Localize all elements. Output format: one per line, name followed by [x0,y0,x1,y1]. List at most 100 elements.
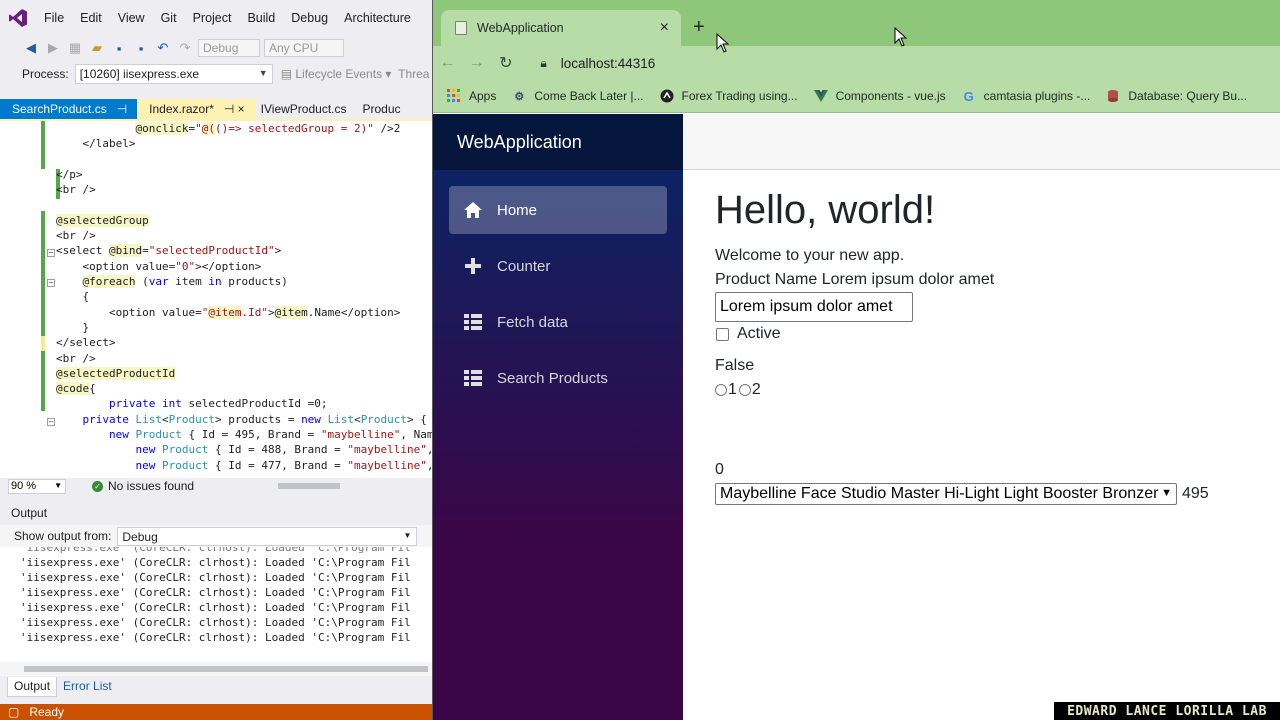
menu-view[interactable]: View [110,11,153,25]
lock-icon[interactable]: 🔒︎ [540,56,546,71]
tab-iviewproduct[interactable]: IViewProduct.cs [254,99,357,119]
code-line[interactable]: new Product { Id = 477, Brand = "maybell… [56,458,432,473]
code-line[interactable]: @code{ [56,381,96,396]
solution-config-combo[interactable]: Debug [198,39,260,57]
radio-group-2[interactable] [738,384,751,396]
product-name-input[interactable] [715,292,913,322]
menu-project[interactable]: Project [185,11,240,25]
show-output-label: Show output from: [14,529,112,543]
code-line[interactable]: <br /> [56,182,96,197]
radio-group-1[interactable] [715,384,727,396]
code-editor[interactable]: − − − @onclick="@(()=> selectedGroup = 2… [0,121,432,478]
google-icon: G [963,88,974,104]
menu-build[interactable]: Build [239,11,283,25]
output-line: 'iisexpress.exe' (CoreCLR: clrhost): Loa… [20,586,411,599]
code-line[interactable]: <br /> [56,228,96,243]
nav-search-products[interactable]: Search Products [449,354,667,402]
menu-git[interactable]: Git [153,11,185,25]
collapse-icon[interactable]: − [47,418,55,426]
address-bar[interactable]: 🔒︎ localhost:44316 [528,49,1280,77]
new-project-icon[interactable]: ▦ [66,39,84,57]
code-line[interactable]: </select> [56,335,116,350]
tab-index-razor[interactable]: Index.razor* ⊣ × [137,99,255,119]
code-line[interactable]: <option value="0"></option> [56,259,261,274]
nav-label: Counter [497,257,551,275]
mouse-cursor-icon [894,27,908,47]
menu-file[interactable]: File [36,11,72,25]
code-line[interactable]: @foreach (var item in products) [56,274,288,289]
save-all-icon[interactable]: ▪ [132,39,150,57]
code-line[interactable]: new Product { Id = 488, Brand = "maybell… [56,442,432,457]
menu-debug[interactable]: Debug [283,11,336,25]
scroll-thumb[interactable] [24,666,428,672]
nav-label: Fetch data [497,313,568,331]
code-line[interactable]: </p> [56,167,83,182]
issues-indicator[interactable]: ✓ No issues found [92,479,194,493]
code-line[interactable]: </label> [56,136,135,151]
tab-output[interactable]: Output [7,677,58,697]
editor-hscrollbar[interactable] [266,483,432,489]
tab-product[interactable]: Produc [356,99,411,119]
nav-fetch-data[interactable]: Fetch data [449,298,667,346]
bookmark-come-back-later[interactable]: ⚙ Come Back Later |... [512,89,643,103]
active-checkbox-row[interactable]: Active [715,325,781,343]
code-line[interactable]: @selectedProductId [56,366,176,381]
app-brand[interactable]: WebApplication [433,114,683,170]
browser-tab[interactable]: WebApplication × [441,10,681,46]
output-hscrollbar[interactable] [0,662,432,676]
tab-label: Produc [362,102,401,116]
code-line[interactable]: <select @bind="selectedProductId"> [56,243,281,258]
code-line[interactable]: <br /> [56,351,96,366]
code-line[interactable]: new Product { Id = 495, Brand = "maybell… [56,427,432,442]
nav-counter[interactable]: Counter [449,242,667,290]
save-icon[interactable]: ▪ [110,39,128,57]
selected-product-id-text: 0 [715,461,724,478]
bookmark-camtasia[interactable]: G camtasia plugins -... [962,88,1091,104]
welcome-text: Welcome to your new app. [715,247,905,264]
nav-home[interactable]: Home [449,186,667,234]
code-line[interactable]: @selectedGroup [56,213,149,228]
code-line[interactable]: } [56,320,89,335]
collapse-icon[interactable]: − [47,279,55,287]
output-source-value: Debug [122,529,158,544]
vs-menubar: File Edit View Git Project Build Debug A… [0,0,432,36]
back-arrow-icon[interactable]: ← [433,54,462,72]
scroll-thumb[interactable] [278,483,340,489]
redo-icon[interactable]: ↷ [176,39,194,57]
active-checkbox[interactable] [716,327,729,341]
zoom-combo[interactable]: 90 % ▼ [8,478,66,494]
tab-searchproduct[interactable]: SearchProduct.cs ⊣ [0,99,138,119]
new-tab-icon[interactable]: + [693,16,705,39]
back-icon[interactable]: ◀ [22,39,40,57]
code-line[interactable]: private List<Product> products = new Lis… [56,412,427,427]
code-line[interactable]: @onclick="@(()=> selectedGroup = 2)" />2 [56,121,400,136]
product-select[interactable]: Maybelline Face Studio Master Hi-Light L… [715,483,1177,505]
issues-text: No issues found [108,479,195,493]
tab-error-list[interactable]: Error List [57,677,118,697]
bookmark-forex[interactable]: Forex Trading using... [660,89,798,103]
process-combo[interactable]: [10260] iisexpress.exe ▼ [74,64,273,84]
pin-close-icon[interactable]: ⊣ × [224,102,245,119]
close-icon[interactable]: × [660,19,669,37]
visual-studio-logo-icon[interactable] [0,0,36,36]
home-icon [463,200,483,220]
output-source-combo[interactable]: Debug ▼ [117,526,418,546]
bookmark-apps[interactable]: Apps [447,89,496,103]
collapse-icon[interactable]: − [47,249,55,257]
undo-icon[interactable]: ↶ [154,39,172,57]
output-log[interactable]: 'iisexpress.exe' (CoreCLR: clrhost): Loa… [0,547,432,662]
lifecycle-events-button[interactable]: ▤ Lifecycle Events ▾ Threa [281,67,430,81]
menu-edit[interactable]: Edit [72,11,110,25]
forward-arrow-icon[interactable]: → [462,54,491,72]
pin-icon[interactable]: ⊣ [117,102,127,119]
forward-icon[interactable]: ▶ [44,39,62,57]
code-line[interactable]: <option value="@item.Id">@item.Name</opt… [56,305,400,320]
open-folder-icon[interactable]: ▰ [88,39,106,57]
bookmark-database[interactable]: Database: Query Bu... [1106,89,1247,103]
code-line[interactable]: private int selectedProductId =0; [56,396,328,411]
menu-architecture[interactable]: Architecture [336,11,419,25]
reload-icon[interactable]: ↻ [491,53,520,73]
code-line[interactable]: { [56,289,89,304]
bookmark-vue[interactable]: Components - vue.js [813,89,946,103]
solution-platform-combo[interactable]: Any CPU [264,39,344,57]
